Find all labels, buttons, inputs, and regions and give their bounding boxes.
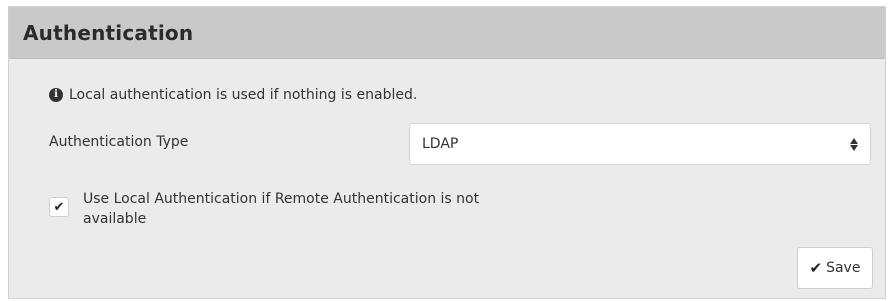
info-circle-icon: i xyxy=(49,88,63,102)
panel-header: Authentication xyxy=(9,7,885,59)
info-text: Local authentication is used if nothing … xyxy=(69,87,418,103)
checkmark-icon: ✔ xyxy=(809,259,823,277)
authentication-type-label: Authentication Type xyxy=(49,134,189,150)
select-arrows-icon xyxy=(850,137,858,151)
save-button[interactable]: ✔ Save xyxy=(797,247,873,289)
local-authentication-label[interactable]: Use Local Authentication if Remote Authe… xyxy=(83,189,543,229)
authentication-type-value: LDAP xyxy=(422,136,459,152)
local-authentication-checkbox[interactable]: ✔ xyxy=(49,197,69,217)
save-button-label: Save xyxy=(826,260,861,276)
checkbox-check-icon: ✔ xyxy=(53,199,65,215)
authentication-type-select[interactable]: LDAP xyxy=(409,123,871,165)
panel-title: Authentication xyxy=(23,20,194,45)
authentication-panel: Authentication i Local authentication is… xyxy=(8,6,886,299)
info-message: i Local authentication is used if nothin… xyxy=(49,87,417,103)
